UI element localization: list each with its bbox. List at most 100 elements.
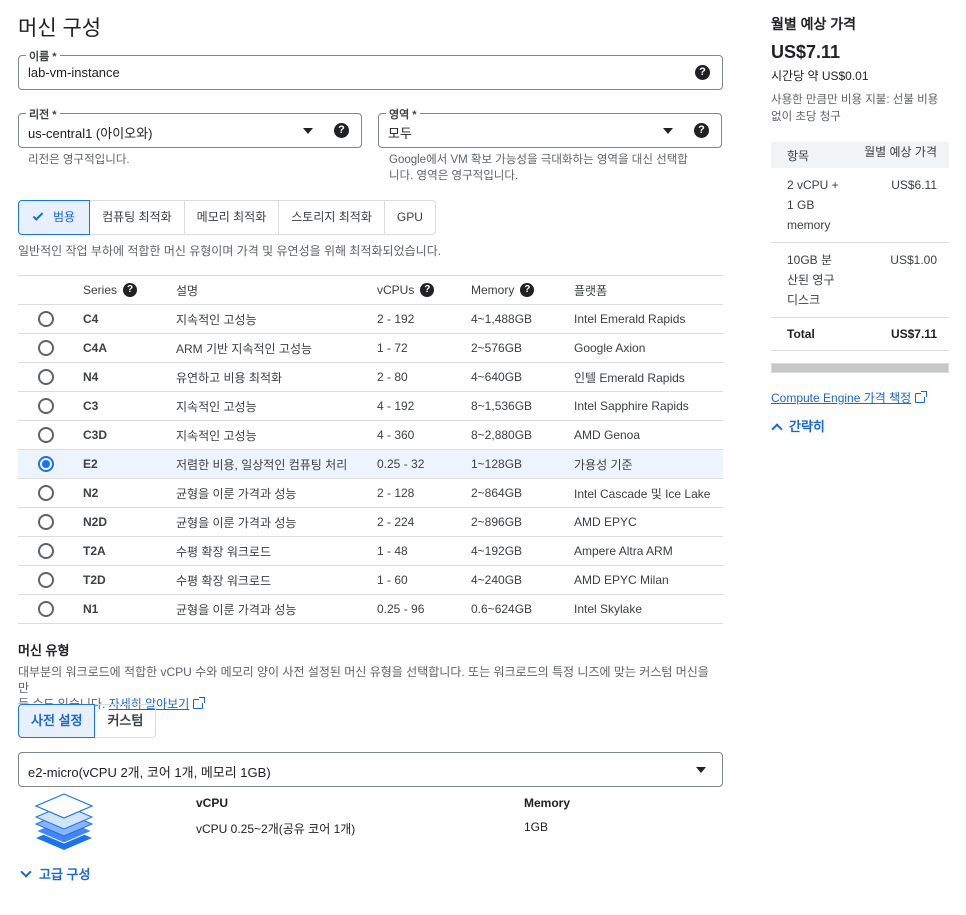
- radio-button[interactable]: [38, 485, 54, 501]
- radio-header: [18, 275, 82, 305]
- series-memory: 2~896GB: [470, 507, 573, 537]
- custom-button[interactable]: 커스텀: [95, 704, 157, 738]
- header-series-label: Series: [83, 282, 118, 297]
- radio-button[interactable]: [38, 543, 54, 559]
- series-platform: Google Axion: [573, 333, 723, 363]
- table-row[interactable]: N4 유연하고 비용 최적화 2 - 80 4~640GB 인텔 Emerald Rap…: [18, 362, 723, 392]
- table-row[interactable]: C3 지속적인 고성능 4 - 192 8~1,536GB Intel Sapphire…: [18, 391, 723, 421]
- help-icon[interactable]: ?: [334, 123, 349, 138]
- series-vcpus: 1 - 60: [376, 565, 470, 595]
- series-desc: 균형을 이룬 가격과 성능: [175, 594, 376, 624]
- help-icon[interactable]: ?: [695, 65, 710, 80]
- series-memory: 4~640GB: [470, 362, 573, 392]
- zone-select[interactable]: 영역 * 모두 ?: [378, 106, 722, 148]
- series-memory: 8~1,536GB: [470, 391, 573, 421]
- series-desc: 수평 확장 워크로드: [175, 536, 376, 566]
- table-row-total: Total US$7.11: [771, 317, 949, 351]
- table-row[interactable]: N1 균형을 이룬 가격과 성능 0.25 - 96 0.6~624GB Intel S…: [18, 594, 723, 624]
- radio-button[interactable]: [38, 398, 54, 414]
- chevron-down-icon: [20, 866, 32, 878]
- header-memory-label: Memory: [471, 282, 515, 297]
- header-series: Series?: [82, 275, 175, 305]
- hourly-price: 시간당 약 US$0.01: [771, 69, 869, 83]
- cost-col-price: 월별 예상 가격: [841, 142, 949, 168]
- series-platform: Intel Sapphire Rapids: [573, 391, 723, 421]
- tab-memory-optimized[interactable]: 메모리 최적화: [184, 200, 280, 235]
- pricing-heading: 월별 예상 가격: [771, 16, 857, 32]
- series-name: N4: [82, 362, 175, 392]
- table-row[interactable]: C4 지속적인 고성능 2 - 192 4~1,488GB Intel Emerald …: [18, 304, 723, 334]
- series-platform: AMD EPYC Milan: [573, 565, 723, 595]
- region-hint: 리전은 영구적입니다.: [28, 154, 130, 166]
- name-field[interactable]: 이름 * lab-vm-instance ?: [18, 48, 723, 90]
- table-row[interactable]: N2 균형을 이룬 가격과 성능 2 - 128 2~864GB Intel Casca…: [18, 478, 723, 508]
- tab-compute-optimized[interactable]: 컴퓨팅 최적화: [90, 200, 185, 235]
- collapse-label: 간략히: [789, 419, 825, 434]
- name-field-value[interactable]: lab-vm-instance: [28, 65, 120, 80]
- series-radio: [18, 391, 82, 421]
- table-row[interactable]: C4A ARM 기반 지속적인 고성능 1 - 72 2~576GB Google Ax…: [18, 333, 723, 363]
- region-label: 리전 *: [26, 106, 60, 122]
- chevron-up-icon: [771, 423, 783, 435]
- series-memory: 0.6~624GB: [470, 594, 573, 624]
- table-row[interactable]: T2D 수평 확장 워크로드 1 - 60 4~240GB AMD EPYC Milan: [18, 565, 723, 595]
- zone-value: 모두: [388, 126, 412, 141]
- machine-family-tabs: 범용 컴퓨팅 최적화 메모리 최적화 스토리지 최적화 GPU: [18, 200, 436, 235]
- radio-button[interactable]: [38, 311, 54, 327]
- table-row[interactable]: E2 저렴한 비용, 일상적인 컴퓨팅 처리 0.25 - 32 1~128GB 가용성…: [18, 449, 723, 479]
- zone-label: 영역 *: [386, 106, 420, 122]
- series-memory: 4~1,488GB: [470, 304, 573, 334]
- help-icon[interactable]: ?: [520, 283, 535, 298]
- series-desc: 수평 확장 워크로드: [175, 565, 376, 595]
- collapse-toggle[interactable]: 간략히: [771, 416, 825, 435]
- series-name: N1: [82, 594, 175, 624]
- preset-button[interactable]: 사전 설정: [18, 704, 96, 738]
- series-name: C3D: [82, 420, 175, 450]
- series-vcpus: 2 - 224: [376, 507, 470, 537]
- help-icon[interactable]: ?: [420, 283, 435, 298]
- tab-general-purpose[interactable]: 범용: [18, 200, 91, 235]
- series-name: E2: [82, 449, 175, 479]
- series-desc: 균형을 이룬 가격과 성능: [175, 478, 376, 508]
- pricing-link-label: Compute Engine 가격 책정: [771, 391, 912, 405]
- series-name: C4A: [82, 333, 175, 363]
- tab-storage-optimized[interactable]: 스토리지 최적화: [279, 200, 385, 235]
- cost-header-row: 항목 월별 예상 가격: [771, 142, 949, 168]
- horizontal-scrollbar[interactable]: [771, 363, 949, 373]
- series-platform: Intel Emerald Rapids: [573, 304, 723, 334]
- help-icon[interactable]: ?: [694, 123, 709, 138]
- series-platform: Ampere Altra ARM: [573, 536, 723, 566]
- machine-type-select[interactable]: e2-micro(vCPU 2개, 코어 1개, 메모리 1GB): [18, 752, 723, 787]
- vcpu-label: vCPU: [196, 796, 229, 810]
- series-radio: [18, 333, 82, 363]
- region-value: us-central1 (아이오와): [28, 126, 153, 141]
- cost-item: 10GB 분산된 영구 디스크: [771, 242, 841, 318]
- radio-button[interactable]: [38, 572, 54, 588]
- advanced-config-toggle[interactable]: 고급 구성: [20, 864, 90, 883]
- radio-button[interactable]: [38, 601, 54, 617]
- help-icon[interactable]: ?: [123, 283, 138, 298]
- header-vcpus: vCPUs?: [376, 275, 470, 305]
- tab-gpu[interactable]: GPU: [384, 200, 436, 235]
- radio-button[interactable]: [38, 427, 54, 443]
- radio-button[interactable]: [38, 369, 54, 385]
- radio-button[interactable]: [38, 340, 54, 356]
- memory-label: Memory: [524, 796, 571, 810]
- dropdown-caret-icon: [303, 128, 313, 134]
- series-platform: Intel Cascade 및 Ice Lake: [573, 478, 723, 508]
- pricing-link[interactable]: Compute Engine 가격 책정: [771, 389, 928, 406]
- table-row[interactable]: C3D 지속적인 고성능 4 - 360 8~2,880GB AMD Genoa: [18, 420, 723, 450]
- cost-col-item: 항목: [771, 142, 841, 168]
- monthly-price: US$7.11: [771, 42, 841, 62]
- cost-value: US$6.11: [841, 168, 949, 243]
- radio-button[interactable]: [38, 456, 54, 472]
- series-memory: 1~128GB: [470, 449, 573, 479]
- series-memory: 4~192GB: [470, 536, 573, 566]
- series-vcpus: 1 - 48: [376, 536, 470, 566]
- zone-hint-line1: Google에서 VM 확보 가능성을 극대화하는 영역을 대신 선택합: [389, 154, 688, 166]
- series-name: C4: [82, 304, 175, 334]
- region-select[interactable]: 리전 * us-central1 (아이오와) ?: [18, 106, 362, 148]
- radio-button[interactable]: [38, 514, 54, 530]
- table-row[interactable]: N2D 균형을 이룬 가격과 성능 2 - 224 2~896GB AMD EPYC: [18, 507, 723, 537]
- table-row[interactable]: T2A 수평 확장 워크로드 1 - 48 4~192GB Ampere Altra A…: [18, 536, 723, 566]
